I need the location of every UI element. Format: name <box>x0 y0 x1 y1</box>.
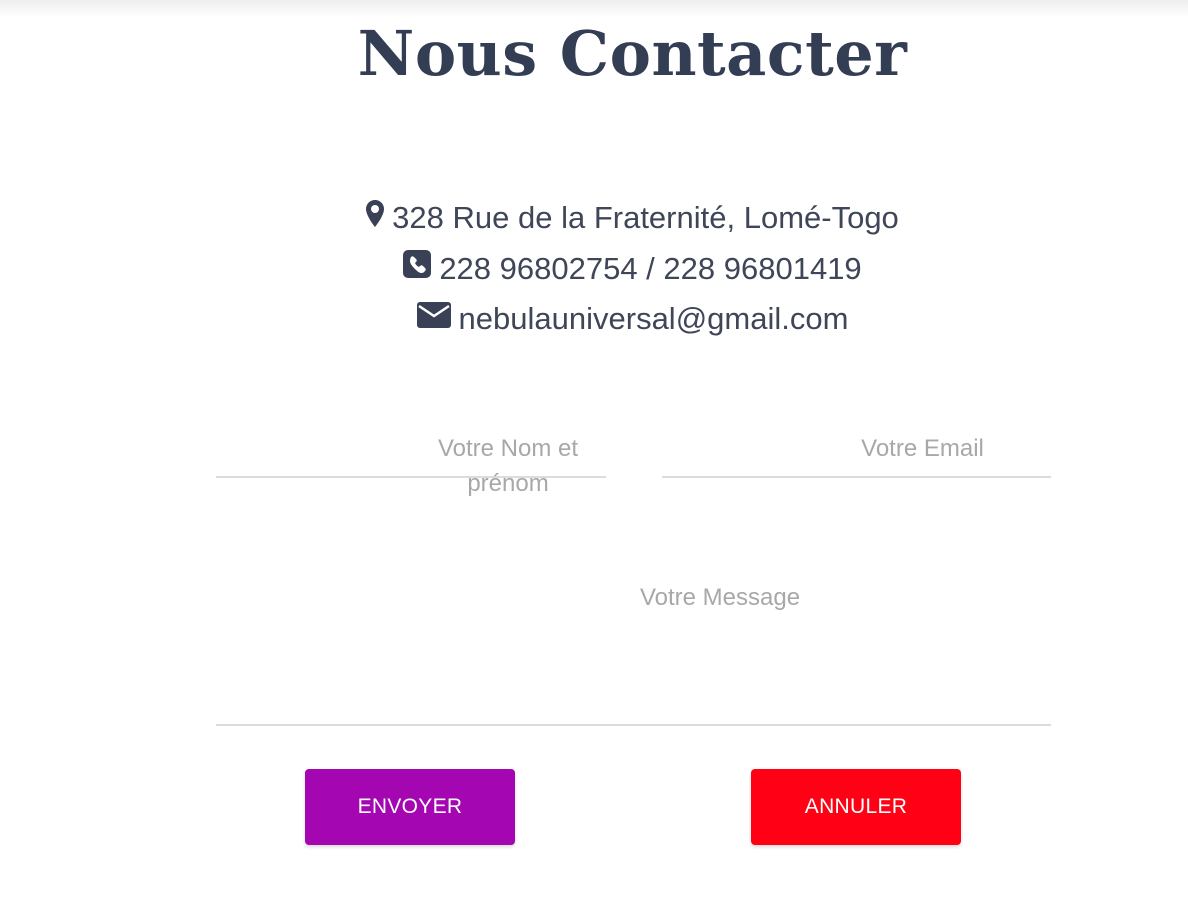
page-title: Nous Contacter <box>357 17 908 90</box>
cancel-button[interactable]: ANNULER <box>751 769 961 845</box>
contact-email: nebulauniversal@gmail.com <box>0 299 1188 341</box>
contact-address: 328 Rue de la Fraternité, Lomé-Togo <box>0 198 1188 240</box>
envelope-icon <box>416 298 451 338</box>
email-input[interactable] <box>662 420 1051 478</box>
email-field-wrapper <box>662 420 1051 478</box>
name-input[interactable] <box>216 420 606 478</box>
name-field-wrapper <box>216 420 606 478</box>
send-button[interactable]: ENVOYER <box>305 769 515 845</box>
message-textarea[interactable] <box>216 560 1051 726</box>
phone-text: 228 96802754 / 228 96801419 <box>439 251 862 286</box>
address-text: 328 Rue de la Fraternité, Lomé-Togo <box>392 200 899 235</box>
map-marker-icon <box>366 197 385 237</box>
message-field-wrapper <box>216 560 1051 726</box>
email-link[interactable]: nebulauniversal@gmail.com <box>459 301 849 336</box>
phone-square-icon <box>403 248 432 288</box>
contact-phone: 228 96802754 / 228 96801419 <box>0 249 1188 291</box>
